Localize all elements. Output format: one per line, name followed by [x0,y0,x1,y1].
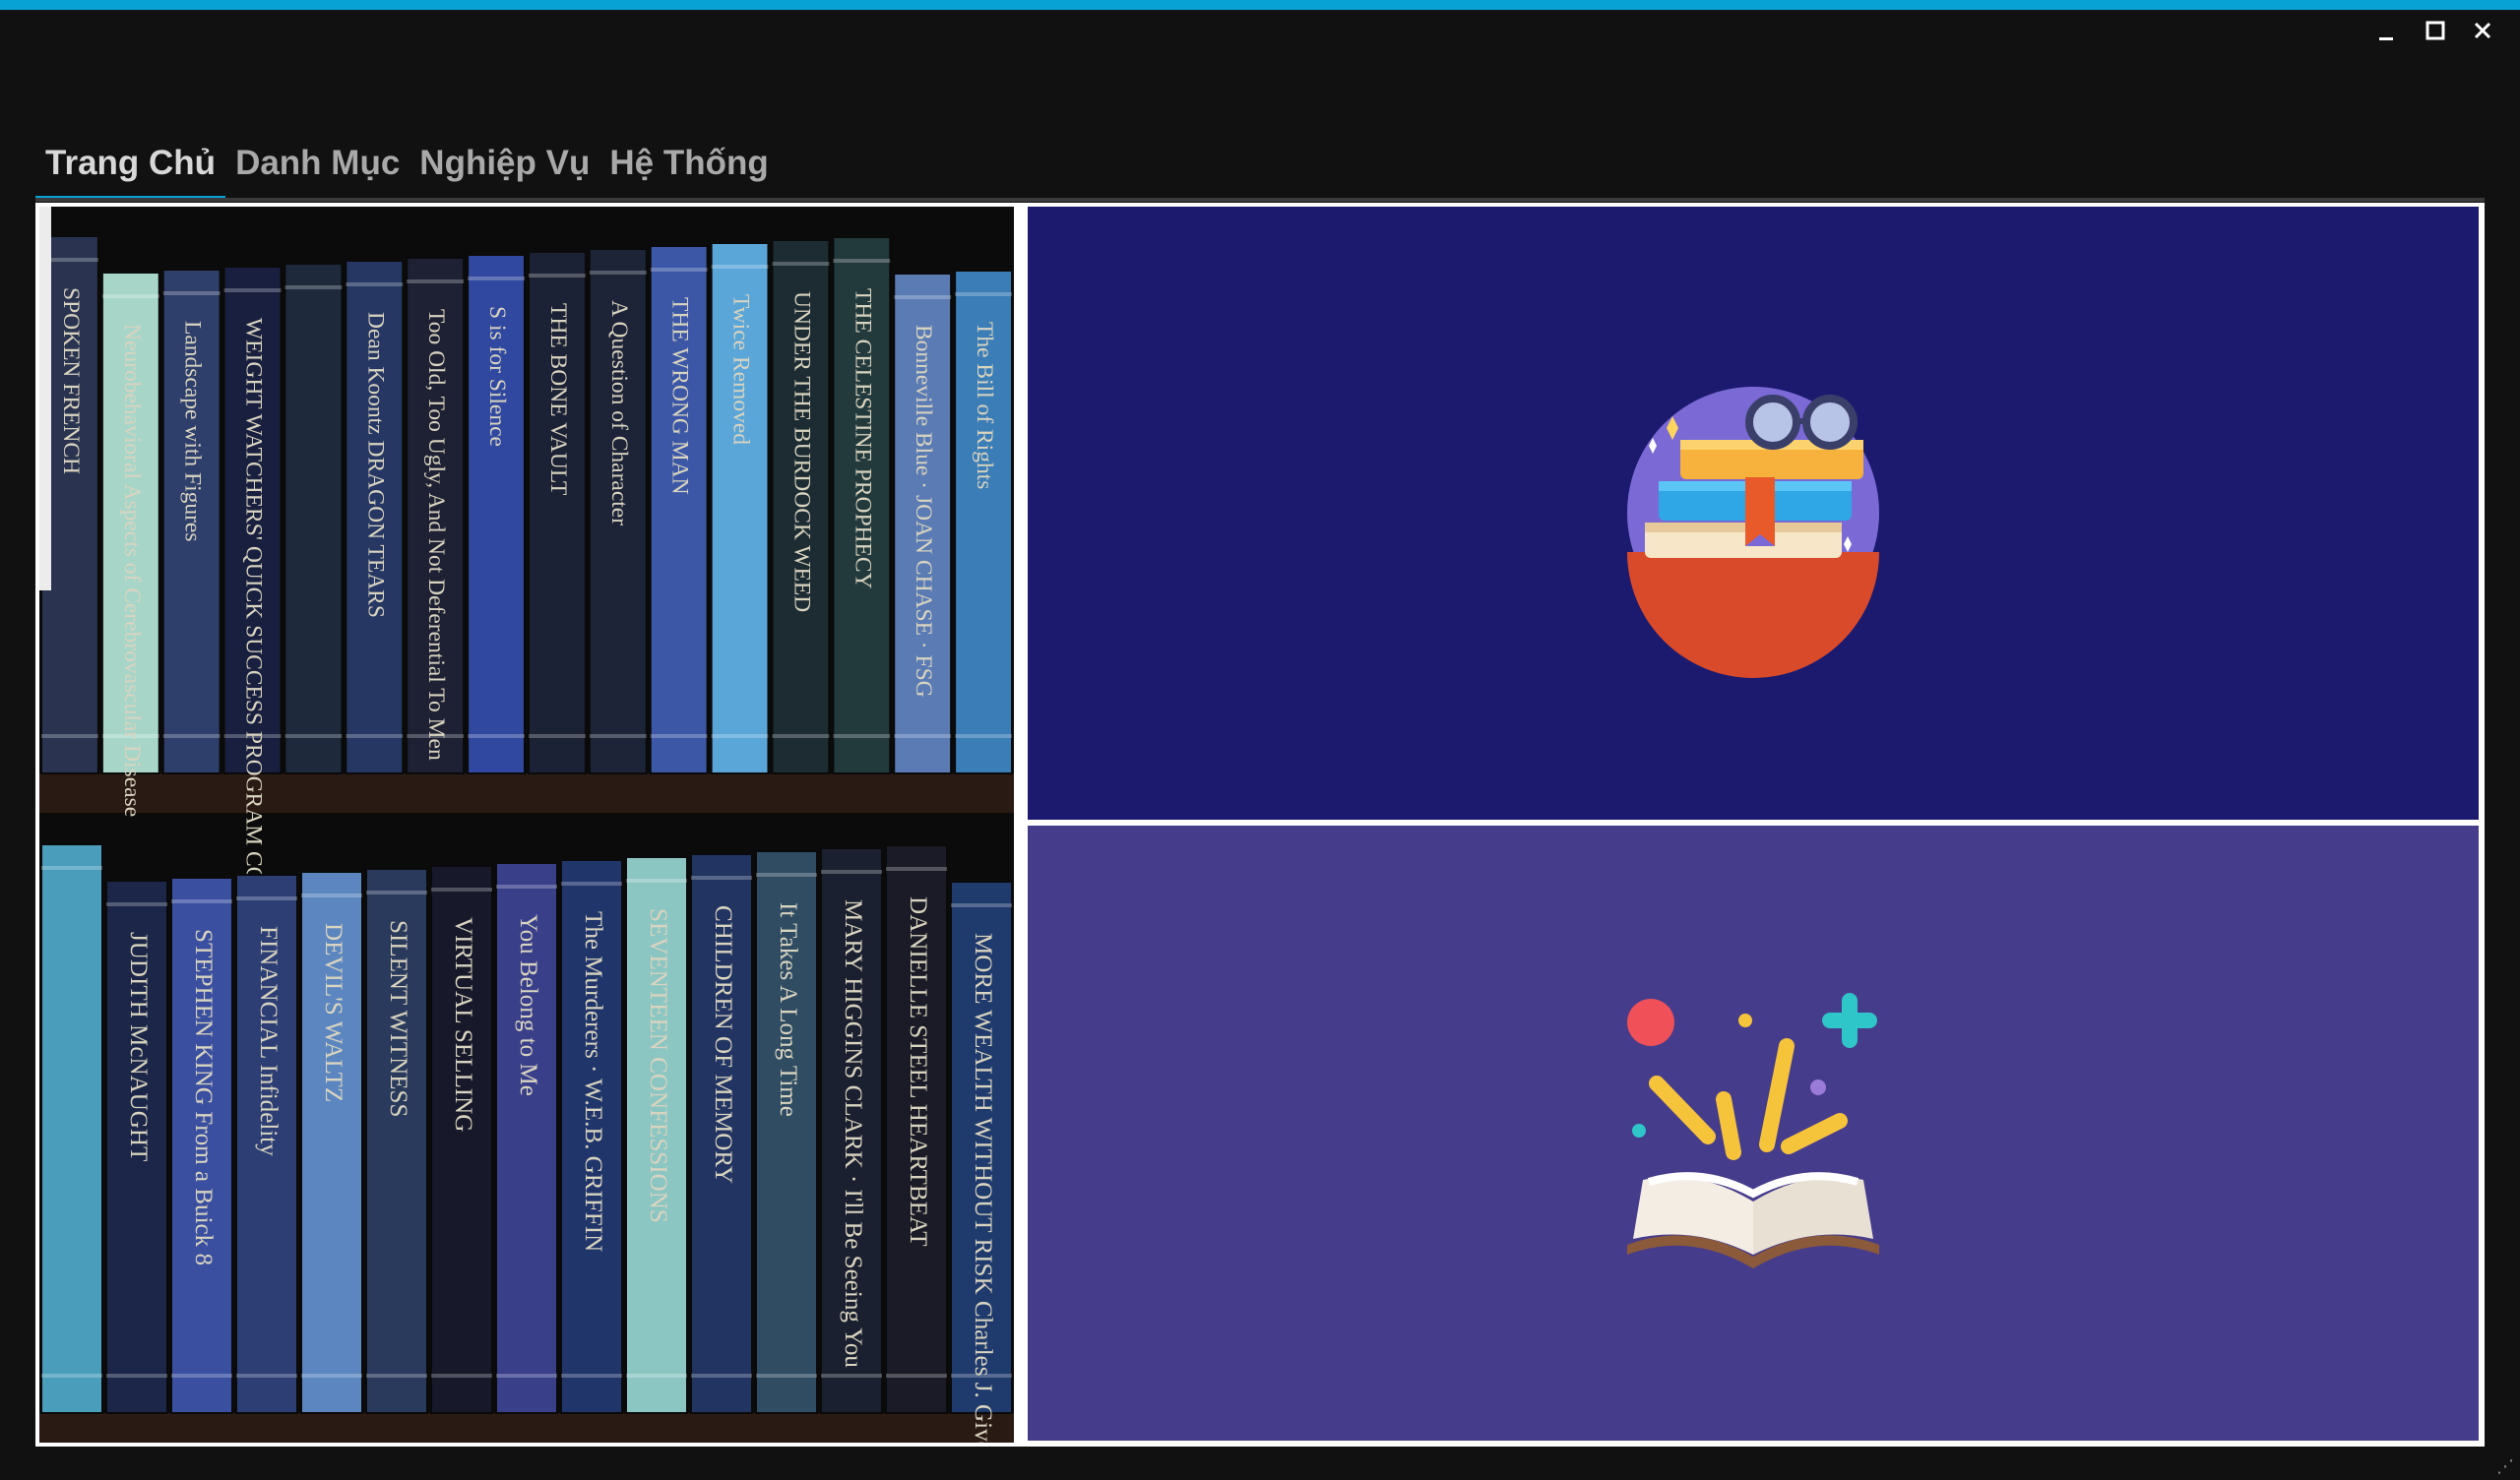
maximize-button[interactable] [2414,14,2457,47]
bottom-shelf-book-title: MARY HIGGINS CLARK · I'll Be Seeing You [840,899,866,1368]
top-shelf-book: UNDER THE BURDOCK WEED [771,239,831,774]
top-shelf-book: THE CELESTINE PROPHECY [832,236,892,774]
bottom-shelf-book-title: DANIELLE STEEL HEARTBEAT [905,896,931,1247]
bottom-shelf-book-title: STEPHEN KING From a Buick 8 [190,929,217,1265]
bookshelf-illustration: SPOKEN FRENCH Neurobehavioral Aspects of … [39,207,1014,1443]
bottom-shelf-book: The Murderers · W.E.B. GRIFFIN [560,859,623,1414]
top-shelf-book: Dean Koontz DRAGON TEARS [345,260,405,774]
top-shelf-book-title: Neurobehavioral Aspects of Cerebrovascul… [119,324,145,817]
bottom-shelf-book-title: You Belong to Me [515,914,541,1096]
top-shelf-book: The Bill of Rights [954,270,1013,774]
bottom-shelf-book-title: SILENT WITNESS [385,920,411,1117]
top-shelf-book: Bonneville Blue · JOAN CHASE · FSG [893,273,953,774]
top-shelf-book-title: UNDER THE BURDOCK WEED [788,291,814,612]
top-shelf-book-title: Dean Koontz DRAGON TEARS [362,312,388,618]
top-shelf-book-title: THE BONE VAULT [545,303,571,495]
bottom-shelf-book-title: MORE WEALTH WITHOUT RISK Charles J. Give… [970,933,996,1443]
bottom-shelf-book: SEVENTEEN CONFESSIONS [625,856,688,1414]
top-banner-panel[interactable] [1028,207,2479,820]
minimize-icon [2379,37,2393,40]
bottom-shelf-book-title: FINANCIAL Infidelity [255,926,282,1156]
top-shelf-book-title: THE CELESTINE PROPHECY [850,288,875,589]
bottom-shelf-book: DANIELLE STEEL HEARTBEAT [885,844,948,1414]
top-shelf-book: Landscape with Figures [161,269,221,774]
bottom-shelf-book-title: VIRTUAL SELLING [450,917,476,1132]
menu-nghiep-vu[interactable]: Nghiệp Vụ [410,138,599,193]
bottom-shelf-book: It Takes A Long Time [755,850,818,1414]
top-shelf-book: Too Old, Too Ugly, And Not Deferential T… [406,257,466,774]
menu-divider [35,198,2485,202]
menu-danh-muc[interactable]: Danh Mục [225,138,410,193]
top-shelf-book: THE BONE VAULT [528,251,587,774]
minimize-button[interactable] [2364,14,2408,47]
open-book-icon [1627,993,1879,1268]
bottom-shelf-book-title: SEVENTEEN CONFESSIONS [645,908,671,1223]
bottom-banner-panel[interactable] [1028,826,2479,1441]
bottom-shelf-book: DEVIL'S WALTZ [300,871,363,1414]
top-shelf-book-title: S is for Silence [484,306,510,447]
top-shelf-book-title: SPOKEN FRENCH [58,287,84,474]
bottom-shelf-book-title: The Murderers · W.E.B. GRIFFIN [580,911,606,1252]
menu-he-thong[interactable]: Hệ Thống [599,138,778,193]
bottom-shelf-book-title: JUDITH McNAUGHT [125,932,152,1161]
top-shelf-book-title: THE WRONG MAN [667,297,693,495]
menu-trang-chu[interactable]: Trang Chủ [35,138,226,201]
window-accent-bar [0,0,2520,10]
top-shelf-book-title: Landscape with Figures [180,321,206,542]
bottom-shelf-book: MARY HIGGINS CLARK · I'll Be Seeing You [820,847,883,1414]
bottom-shelf-book-title: It Takes A Long Time [775,902,801,1117]
bookshelf-image: SPOKEN FRENCH Neurobehavioral Aspects of … [39,207,1014,1443]
top-shelf-book: Neurobehavioral Aspects of Cerebrovascul… [100,272,160,817]
bottom-shelf-book: JUDITH McNAUGHT [105,880,168,1414]
bottom-shelf-book: You Belong to Me [495,862,558,1414]
resize-grip-icon[interactable]: ⋰ [2496,1456,2516,1477]
bottom-shelf-book: FINANCIAL Infidelity [235,874,298,1414]
top-shelf-book-title: Bonneville Blue · JOAN CHASE · FSG [911,325,936,698]
top-shelf-book: A Question of Character [588,248,648,774]
close-button[interactable] [2461,14,2504,47]
bottom-shelf-book: MORE WEALTH WITHOUT RISK Charles J. Give… [950,881,1013,1443]
top-shelf-book-title: Twice Removed [728,294,754,445]
vertical-scrollbar[interactable] [39,207,51,590]
top-shelf-book: S is for Silence [467,254,526,774]
main-menu: Trang Chủ Danh Mục Nghiệp Vụ Hệ Thống [35,138,779,201]
bottom-shelf-book [40,843,103,1414]
bottom-shelf-book: STEPHEN KING From a Buick 8 [170,877,233,1414]
bottom-shelf-book-title: CHILDREN OF MEMORY [710,905,736,1184]
bottom-shelf-book: SILENT WITNESS [365,868,428,1414]
top-shelf-book: THE WRONG MAN [649,245,709,774]
bottom-shelf-book: CHILDREN OF MEMORY [690,853,753,1414]
top-shelf-book-title: A Question of Character [606,300,632,525]
top-shelf-book-title: The Bill of Rights [972,322,997,489]
top-shelf-book: Twice Removed [710,242,770,774]
top-shelf-book [284,263,344,774]
bottom-shelf-book: VIRTUAL SELLING [430,865,493,1414]
books-with-glasses-icon [1627,387,1879,678]
top-shelf-book-title: Too Old, Too Ugly, And Not Deferential T… [423,309,449,761]
maximize-icon [2426,21,2445,40]
bottom-shelf-book-title: DEVIL'S WALTZ [320,923,346,1102]
close-icon [2474,22,2491,39]
home-content: SPOKEN FRENCH Neurobehavioral Aspects of … [35,203,2485,1447]
